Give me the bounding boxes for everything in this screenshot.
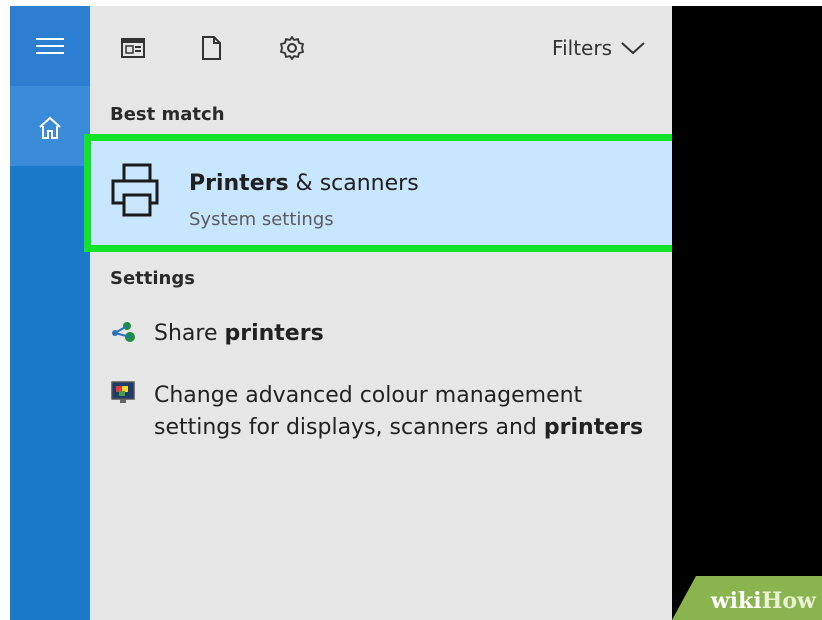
share-printers-text: Share [154,321,225,346]
colour-management-line2-text: settings for displays, scanners and [154,415,544,440]
colour-management-line1: Change advanced colour management [154,383,583,408]
document-icon[interactable] [198,34,224,62]
watermark-text: wikiHow [711,588,816,614]
watermark-wiki: wiki [710,588,762,614]
filters-dropdown[interactable]: Filters [552,34,646,62]
share-printers-bold: printers [224,321,324,346]
share-printers-icon [110,318,142,346]
best-match-title: Printers & scanners [189,171,419,196]
share-printers-result[interactable]: Share printers [110,318,324,350]
wikihow-watermark: wikiHow [672,576,822,620]
colour-management-line2: settings for displays, scanners and prin… [154,412,643,444]
search-results-panel: Filters Best match Printers & scanners S… [84,6,680,620]
sidebar [10,6,90,620]
best-match-heading: Best match [110,104,225,125]
best-match-result[interactable]: Printers & scanners System settings [84,134,680,252]
best-match-subtitle: System settings [189,209,334,230]
watermark-how: How [761,588,816,614]
settings-heading: Settings [110,268,195,289]
start-menu-search: Filters Best match Printers & scanners S… [10,6,822,620]
news-icon[interactable] [120,34,146,62]
best-match-title-bold: Printers [189,171,289,196]
chevron-down-icon [621,42,645,55]
background-area [672,6,822,620]
best-match-title-rest: & scanners [288,171,419,196]
printer-icon [109,161,165,221]
hamburger-icon[interactable] [36,36,64,56]
colour-management-result[interactable]: Change advanced colour management settin… [110,380,643,444]
home-icon[interactable] [36,114,64,142]
display-color-icon [110,380,142,408]
colour-management-bold: printers [543,415,644,440]
filters-label: Filters [552,36,612,60]
gear-icon[interactable] [278,34,304,62]
